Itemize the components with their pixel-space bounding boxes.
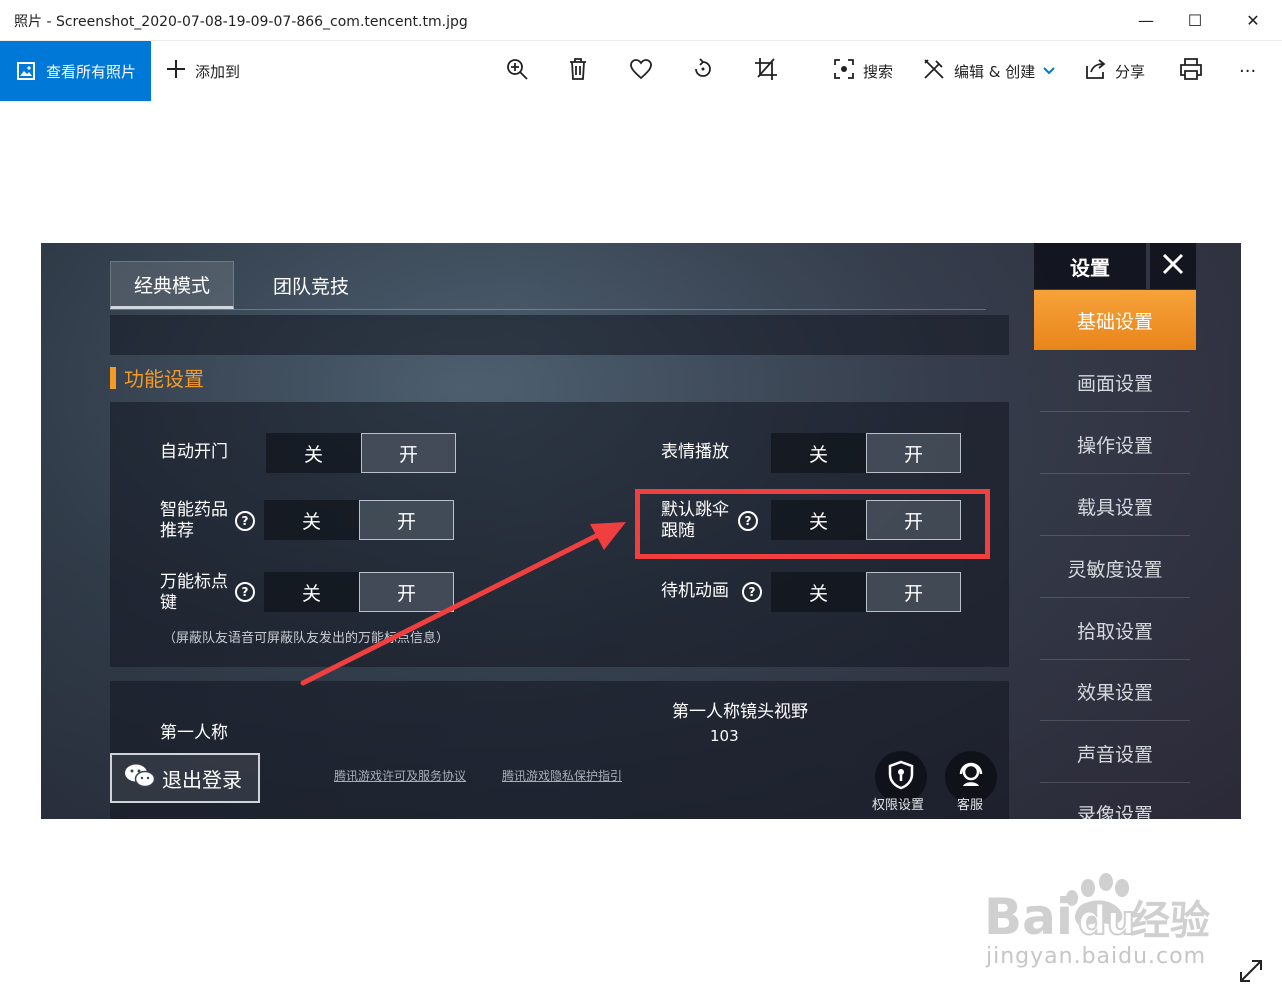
more-icon: ··· [1239, 60, 1257, 82]
help-icon[interactable]: ? [235, 511, 255, 531]
photos-icon [16, 61, 36, 81]
license-link[interactable]: 腾讯游戏许可及服务协议 [334, 767, 466, 784]
toggle-off[interactable]: 关 [771, 433, 866, 473]
view-all-photos-label: 查看所有照片 [46, 62, 137, 81]
crop-button[interactable] [754, 41, 778, 101]
wechat-icon [124, 763, 156, 794]
share-button[interactable]: 分享 [1085, 41, 1145, 101]
toggle-smart-medicine[interactable]: 关 开 [264, 500, 454, 540]
setting-label-smart-medicine: 智能药品推荐 [160, 500, 228, 541]
toolbar: 查看所有照片 添加到 搜索 编辑 & 创建 分享 ··· [0, 41, 1282, 101]
previous-settings-panel [110, 315, 1009, 355]
maximize-icon: ☐ [1187, 11, 1203, 30]
settings-sidebar: 设置 基础设置 画面设置 操作设置 载具设置 灵敏度设置 拾取设置 效果设置 声… [1034, 243, 1196, 819]
toggle-on[interactable]: 开 [866, 572, 961, 612]
shield-icon [887, 760, 915, 794]
toggle-auto-door[interactable]: 关 开 [266, 433, 456, 473]
zoom-button[interactable] [505, 41, 529, 101]
fov-value: 103 [710, 727, 739, 745]
permission-label: 权限设置 [872, 798, 925, 813]
setting-label-universal-marker: 万能标点键 [160, 572, 228, 613]
maximize-button[interactable]: ☐ [1172, 0, 1218, 41]
fov-label: 第一人称镜头视野 [672, 702, 808, 722]
support-label: 客服 [957, 798, 984, 813]
close-icon: ✕ [1246, 11, 1260, 30]
watermark-brand-cn: 经验 [1130, 898, 1210, 944]
sidebar-title: 设置 [1034, 243, 1146, 289]
watermark-brand: Bai [984, 888, 1073, 946]
setting-label-emote-play: 表情播放 [661, 442, 729, 462]
sidebar-item-sound[interactable]: 声音设置 [1034, 723, 1196, 783]
sidebar-item-recording[interactable]: 录像设置 [1034, 783, 1196, 820]
rotate-icon [691, 57, 715, 85]
sidebar-item-sensitivity[interactable]: 灵敏度设置 [1034, 538, 1196, 598]
toggle-emote-play[interactable]: 关 开 [771, 433, 961, 473]
setting-label-idle-animation: 待机动画 [661, 581, 729, 601]
chevron-down-icon [1043, 62, 1055, 80]
trash-icon [567, 57, 589, 85]
add-to-button[interactable]: 添加到 [165, 41, 240, 101]
logout-button[interactable]: 退出登录 [110, 753, 260, 803]
edit-create-button[interactable]: 编辑 & 创建 [922, 41, 1055, 101]
close-icon [1161, 252, 1185, 280]
toggle-off[interactable]: 关 [264, 500, 359, 540]
search-button[interactable]: 搜索 [833, 41, 893, 101]
toggle-on[interactable]: 开 [359, 572, 454, 612]
tab-classic-mode[interactable]: 经典模式 [110, 261, 234, 309]
watermark-url: jingyan.baidu.com [986, 944, 1207, 969]
view-all-photos-button[interactable]: 查看所有照片 [0, 41, 151, 101]
edit-icon [922, 57, 946, 85]
fullscreen-icon[interactable] [1238, 958, 1264, 984]
zoom-in-icon [505, 57, 529, 85]
minimize-button[interactable]: — [1123, 0, 1169, 41]
watermark-brand-paw: du [1078, 898, 1135, 944]
favorite-button[interactable] [629, 41, 653, 101]
sidebar-item-effects[interactable]: 效果设置 [1034, 661, 1196, 721]
plus-icon [165, 58, 187, 84]
toggle-universal-marker[interactable]: 关 开 [264, 572, 454, 612]
search-label: 搜索 [863, 62, 894, 81]
title-bar: 照片 - Screenshot_2020-07-08-19-09-07-866_… [0, 0, 1282, 41]
logout-label: 退出登录 [162, 767, 242, 792]
sidebar-item-controls[interactable]: 操作设置 [1034, 414, 1196, 474]
rotate-button[interactable] [691, 41, 715, 101]
help-icon[interactable]: ? [742, 582, 762, 602]
section-title: 功能设置 [124, 367, 204, 391]
toggle-on[interactable]: 开 [361, 433, 456, 473]
toggle-off[interactable]: 关 [264, 572, 359, 612]
toggle-on[interactable]: 开 [359, 500, 454, 540]
minimize-icon: — [1138, 11, 1154, 30]
highlight-box [635, 489, 990, 559]
close-button[interactable]: ✕ [1230, 0, 1276, 41]
toggle-off[interactable]: 关 [771, 572, 866, 612]
sidebar-item-pickup[interactable]: 拾取设置 [1034, 600, 1196, 660]
setting-label-first-person: 第一人称 [160, 723, 228, 743]
toggle-off[interactable]: 关 [266, 433, 361, 473]
printer-icon [1179, 57, 1203, 85]
sidebar-item-basic[interactable]: 基础设置 [1034, 290, 1196, 350]
share-label: 分享 [1115, 62, 1146, 81]
visual-search-icon [833, 58, 855, 84]
add-to-label: 添加到 [195, 62, 241, 81]
tab-team-deathmatch[interactable]: 团队竞技 [241, 261, 381, 309]
privacy-link[interactable]: 腾讯游戏隐私保护指引 [502, 767, 622, 784]
delete-button[interactable] [567, 41, 589, 101]
marker-note: （屏蔽队友语音可屏蔽队友发出的万能标点信息） [163, 631, 450, 646]
sidebar-item-graphics[interactable]: 画面设置 [1034, 352, 1196, 412]
headset-icon [956, 760, 986, 794]
settings-close-button[interactable] [1150, 243, 1196, 289]
heart-icon [629, 58, 653, 84]
sidebar-item-vehicle[interactable]: 载具设置 [1034, 476, 1196, 536]
print-button[interactable] [1179, 41, 1203, 101]
edit-create-label: 编辑 & 创建 [954, 62, 1036, 81]
toggle-idle-animation[interactable]: 关 开 [771, 572, 961, 612]
more-button[interactable]: ··· [1239, 41, 1256, 101]
crop-icon [754, 57, 778, 85]
section-accent [110, 367, 116, 389]
setting-label-auto-door: 自动开门 [160, 442, 228, 462]
window-title: 照片 - Screenshot_2020-07-08-19-09-07-866_… [14, 14, 468, 30]
toggle-on[interactable]: 开 [866, 433, 961, 473]
help-icon[interactable]: ? [235, 582, 255, 602]
share-icon [1085, 58, 1107, 84]
